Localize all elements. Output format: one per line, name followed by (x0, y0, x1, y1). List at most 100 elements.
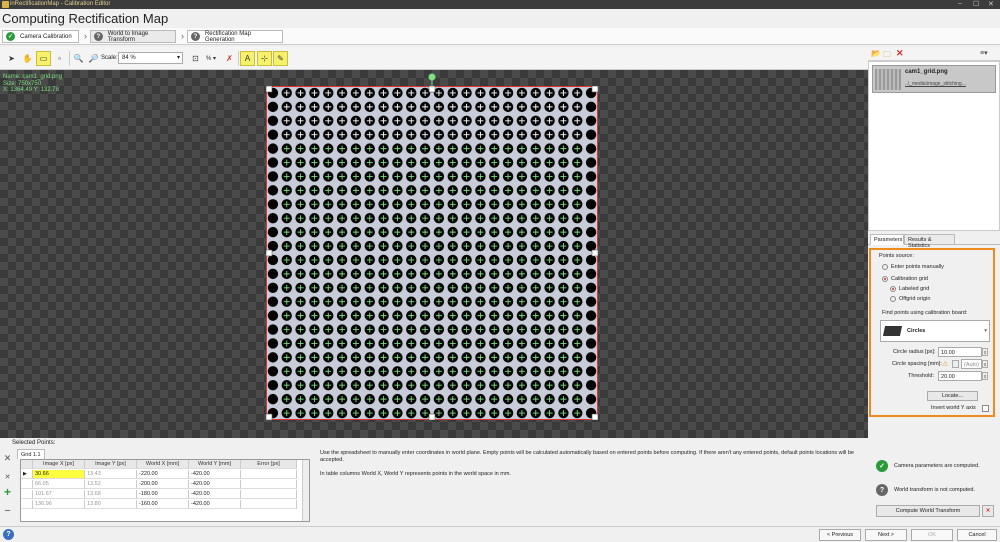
table-cell[interactable]: 13.68 (85, 490, 137, 499)
spacing-lock-toggle[interactable] (952, 360, 959, 368)
close-window-button[interactable]: ✕ (988, 0, 994, 8)
table-cell[interactable] (241, 500, 297, 509)
table-cell[interactable]: 13.80 (85, 500, 137, 509)
column-header[interactable]: World X [mm] (137, 460, 189, 469)
step-camera-calibration[interactable]: ✓ Camera Calibration › (2, 30, 87, 43)
cancel-compute-icon[interactable]: ✕ (982, 505, 994, 517)
board-type-select[interactable]: Circles ▾ (880, 320, 990, 342)
list-item[interactable]: cam1_grid.png ..\_media\image_stitching.… (872, 65, 996, 93)
table-row[interactable]: 136.96 13.80 -160.00 -420.00 (21, 500, 297, 509)
table-cell[interactable] (241, 480, 297, 489)
column-header[interactable]: Image X [px] (33, 460, 85, 469)
file-path-link[interactable]: ..\_media\image_stitching... (905, 81, 966, 87)
minimize-button[interactable]: ‒ (958, 0, 962, 7)
view-options-icon[interactable]: ≡▾ (980, 49, 988, 57)
step-label: World to Image Transform (107, 30, 149, 43)
radio-enter-manually[interactable] (882, 264, 888, 270)
rotation-handle-icon[interactable] (426, 72, 438, 88)
points-toggle-icon[interactable]: ⊹ (257, 51, 272, 66)
table-cell[interactable]: 13.43 (85, 470, 137, 479)
table-row[interactable]: ▶ 30.66 13.43 -220.00 -420.00 (21, 470, 297, 479)
resize-handle[interactable] (266, 86, 273, 93)
clear-overlay-icon[interactable]: ✗ (222, 51, 237, 66)
radio-calibration-grid[interactable] (882, 276, 888, 282)
threshold-input[interactable]: 20.00 (938, 371, 982, 381)
labels-toggle-icon[interactable]: A (240, 51, 255, 66)
resize-handle[interactable] (591, 413, 598, 420)
table-row[interactable]: 66.05 13.52 -200.00 -420.00 (21, 480, 297, 489)
invert-y-checkbox[interactable] (982, 405, 989, 412)
table-cell[interactable]: 13.52 (85, 480, 137, 489)
minus-icon[interactable]: − (2, 505, 13, 517)
circle-radius-input[interactable]: 10.00 (938, 347, 982, 357)
table-cell[interactable]: 66.05 (33, 480, 85, 489)
panel-tabs: Parameters Results & Statistics (868, 234, 1000, 249)
resize-handle[interactable] (266, 413, 273, 420)
resize-handle[interactable] (591, 249, 598, 257)
table-cell[interactable]: -220.00 (137, 470, 189, 479)
table-cell[interactable]: 101.67 (33, 490, 85, 499)
zoom-out-icon[interactable]: 🔎 (86, 51, 101, 66)
tab-parameters[interactable]: Parameters (870, 234, 904, 245)
threshold-spinner[interactable]: ⇕ (982, 372, 988, 380)
cancel-button[interactable]: Cancel (957, 529, 997, 541)
table-cell[interactable] (241, 490, 297, 499)
table-cell[interactable]: -160.00 (137, 500, 189, 509)
find-points-label: Find points using calibration board: (882, 310, 968, 316)
locate-button[interactable]: Locate... (927, 391, 978, 401)
radio-offgrid-origin[interactable] (890, 296, 896, 302)
table-cell[interactable] (241, 470, 297, 479)
next-button[interactable]: Next > (865, 529, 907, 541)
radio-labeled-grid[interactable] (890, 286, 896, 292)
step-rectification-map-generation[interactable]: ? Rectification Map Generation (187, 30, 283, 43)
resize-handle[interactable] (428, 413, 436, 420)
tab-grid[interactable]: Grid 1.1 (17, 449, 45, 459)
column-header[interactable]: Error [px] (241, 460, 297, 469)
zoom-percent-dropdown[interactable]: % ▾ (202, 51, 220, 66)
column-header[interactable]: World Y [mm] (189, 460, 241, 469)
delete-icon[interactable]: ✕ (896, 48, 904, 59)
maximize-button[interactable]: ☐ (973, 0, 979, 8)
table-cell[interactable]: 30.66 (33, 470, 85, 479)
zoom-in-icon[interactable]: 🔍 (71, 51, 86, 66)
table-scrollbar[interactable] (302, 460, 309, 521)
table-cell[interactable]: -420.00 (189, 480, 241, 489)
step-world-to-image-transform[interactable]: ? World to Image Transform › (90, 30, 184, 43)
circle-spacing-input[interactable]: (Auto) (961, 359, 982, 369)
table-cell[interactable]: -420.00 (189, 490, 241, 499)
circle-radius-spinner[interactable]: ⇕ (982, 348, 988, 356)
compute-world-transform-button[interactable]: Compute World Transform (876, 505, 980, 517)
table-cell[interactable]: -180.00 (137, 490, 189, 499)
select-tool-icon[interactable]: ➤ (4, 51, 19, 66)
rect-select-tool-icon[interactable]: ▭ (36, 51, 51, 66)
remove-all-icon[interactable]: ✕ (2, 452, 13, 464)
tab-results-statistics[interactable]: Results & Statistics (904, 234, 955, 249)
app-icon (2, 1, 9, 8)
pan-tool-icon[interactable]: ✋ (20, 51, 35, 66)
resize-handle[interactable] (266, 249, 273, 257)
threshold-label: Threshold: (908, 373, 934, 379)
column-header[interactable]: Image Y [px] (85, 460, 137, 469)
circle-spacing-spinner[interactable]: ⇕ (982, 360, 988, 368)
draw-tool-icon[interactable]: ✎ (273, 51, 288, 66)
points-table[interactable]: Image X [px] Image Y [px] World X [mm] W… (20, 459, 310, 522)
open-folder-icon[interactable]: 📂 (871, 49, 881, 58)
table-cell[interactable]: -200.00 (137, 480, 189, 489)
image-canvas[interactable]: Name: cam1_grid.png Size: 750x750 X: 136… (0, 70, 868, 438)
help-icon[interactable]: ? (3, 529, 14, 540)
previous-button[interactable]: < Previous (819, 529, 861, 541)
resize-handle[interactable] (591, 86, 598, 93)
calibration-grid-image[interactable] (266, 86, 598, 420)
table-cell[interactable]: -420.00 (189, 500, 241, 509)
region-tool-icon[interactable]: ▫ (52, 51, 67, 66)
table-row[interactable]: 101.67 13.68 -180.00 -420.00 (21, 490, 297, 499)
ok-button[interactable]: OK (911, 529, 953, 541)
add-point-icon[interactable]: + (2, 485, 13, 499)
fit-to-window-icon[interactable]: ⊡ (188, 51, 203, 66)
scale-select[interactable]: 84 % ▾ (118, 52, 183, 64)
file-list-toolbar: 📂 🗀 ✕ ≡▾ (868, 47, 1000, 61)
image-info: Name: cam1_grid.png Size: 750x750 X: 136… (3, 74, 62, 94)
remove-point-icon[interactable]: ✕ (2, 471, 13, 483)
table-cell[interactable]: 136.96 (33, 500, 85, 509)
table-cell[interactable]: -420.00 (189, 470, 241, 479)
